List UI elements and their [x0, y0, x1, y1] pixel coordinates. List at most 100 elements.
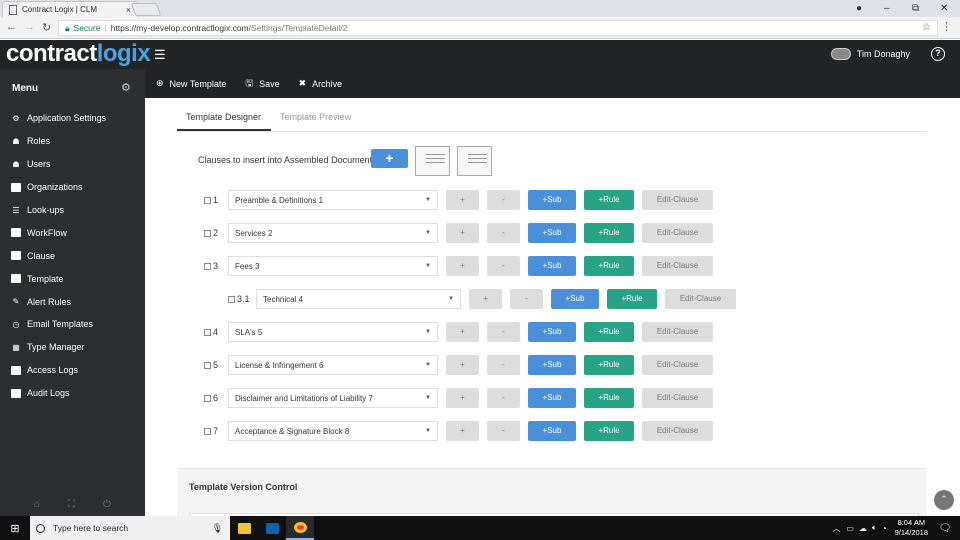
add-sub-clause-button[interactable]: +Sub [528, 388, 576, 408]
sidebar-item-roles[interactable]: ☗ Roles [0, 130, 145, 153]
logo[interactable]: contractlogix [6, 40, 151, 68]
clause-checkbox[interactable] [204, 229, 211, 237]
clause-minus-button[interactable]: - [487, 223, 520, 243]
notifications-icon[interactable]: 🗨︎ [936, 523, 954, 534]
taskbar-clock[interactable]: 8:04 AM 9/14/2018 [895, 518, 928, 538]
sidebar-item-audit-logs[interactable]: Audit Logs [0, 382, 145, 405]
clause-plus-button[interactable]: + [446, 322, 479, 342]
restore-button[interactable]: ⧉ [912, 0, 919, 17]
clause-plus-button[interactable]: + [446, 355, 479, 375]
gear-icon[interactable]: ⚙ [121, 81, 131, 94]
forward-icon[interactable]: → [24, 21, 35, 33]
edit-clause-button[interactable]: Edit-Clause [642, 322, 713, 342]
sidebar-item-access-logs[interactable]: Access Logs [0, 359, 145, 382]
sidebar-item-application-settings[interactable]: ⚙ Application Settings [0, 107, 145, 130]
clause-checkbox[interactable] [204, 394, 211, 402]
clause-select[interactable]: Services 2 ▼ [228, 223, 438, 243]
clause-select[interactable]: Fees 3 ▼ [228, 256, 438, 276]
microphone-icon[interactable]: 🎙︎ [212, 523, 223, 534]
file-explorer-icon[interactable] [230, 516, 258, 540]
clause-checkbox[interactable] [228, 295, 235, 303]
clause-select[interactable]: Acceptance & Signature Block 8 ▼ [228, 421, 438, 441]
clause-checkbox[interactable] [204, 328, 211, 336]
save-button[interactable]: 🖫︎ Save [245, 76, 279, 92]
bookmark-star-icon[interactable]: ☆ [922, 22, 931, 33]
edit-clause-button[interactable]: Edit-Clause [642, 190, 713, 210]
edit-clause-button[interactable]: Edit-Clause [665, 289, 736, 309]
scroll-top-button[interactable]: ⌃ [934, 490, 954, 510]
edit-clause-button[interactable]: Edit-Clause [642, 256, 713, 276]
clause-plus-button[interactable]: + [469, 289, 502, 309]
home-icon[interactable]: ⌂ [34, 499, 40, 510]
windows-start-icon[interactable]: ⊞ [0, 522, 30, 535]
battery-icon[interactable]: ▭ [846, 524, 854, 533]
sidebar-item-organizations[interactable]: Organizations [0, 176, 145, 199]
sidebar-item-clause[interactable]: Clause [0, 244, 145, 267]
add-rule-button[interactable]: +Rule [584, 355, 634, 375]
sidebar-item-workflow[interactable]: WorkFlow [0, 221, 145, 244]
clause-plus-button[interactable]: + [446, 388, 479, 408]
sidebar-item-users[interactable]: ☗ Users [0, 153, 145, 176]
clause-checkbox[interactable] [204, 361, 211, 369]
outlook-icon[interactable] [258, 516, 286, 540]
add-sub-clause-button[interactable]: +Sub [528, 190, 576, 210]
clause-checkbox[interactable] [204, 427, 211, 435]
minimize-button[interactable]: – [884, 0, 890, 17]
clause-checkbox[interactable] [204, 196, 211, 204]
browser-tab[interactable]: Contract Logix | CLM × [2, 1, 138, 17]
close-window-button[interactable]: ✕ [940, 0, 948, 17]
clause-minus-button[interactable]: - [487, 256, 520, 276]
network-icon[interactable]: ◔ [882, 524, 887, 533]
add-rule-button[interactable]: +Rule [584, 256, 634, 276]
sidebar-item-template[interactable]: Template [0, 267, 145, 290]
clause-minus-button[interactable]: - [510, 289, 543, 309]
back-icon[interactable]: ← [6, 21, 17, 33]
outline-style-thumb-a[interactable] [415, 146, 450, 176]
clause-plus-button[interactable]: + [446, 223, 479, 243]
onedrive-icon[interactable]: ☁ [859, 524, 867, 533]
edit-clause-button[interactable]: Edit-Clause [642, 388, 713, 408]
archive-button[interactable]: ✖ Archive [299, 78, 343, 89]
add-sub-clause-button[interactable]: +Sub [551, 289, 599, 309]
sidebar-item-type-manager[interactable]: ▦ Type Manager [0, 336, 145, 359]
add-sub-clause-button[interactable]: +Sub [528, 421, 576, 441]
add-rule-button[interactable]: +Rule [584, 190, 634, 210]
clause-select[interactable]: Preamble & Definitions 1 ▼ [228, 190, 438, 210]
new-template-button[interactable]: ⊕ New Template [156, 78, 226, 89]
chrome-icon[interactable] [286, 516, 314, 540]
reload-icon[interactable]: ↻ [42, 21, 51, 34]
tab-close-icon[interactable]: × [126, 5, 131, 15]
browser-menu-icon[interactable]: ⋮ [941, 20, 952, 33]
clause-select[interactable]: SLA's 5 ▼ [228, 322, 438, 342]
edit-clause-button[interactable]: Edit-Clause [642, 421, 713, 441]
clause-minus-button[interactable]: - [487, 322, 520, 342]
tab-template-designer[interactable]: Template Designer [177, 106, 272, 131]
add-rule-button[interactable]: +Rule [607, 289, 657, 309]
url-input[interactable]: 🔒︎ Secure | https://my-develop.contractl… [58, 20, 938, 36]
clause-minus-button[interactable]: - [487, 388, 520, 408]
sidebar-item-alert-rules[interactable]: ✎ Alert Rules [0, 290, 145, 313]
clause-plus-button[interactable]: + [446, 421, 479, 441]
hamburger-icon[interactable]: ☰ [154, 47, 166, 63]
clause-select[interactable]: License & Infringement 6 ▼ [228, 355, 438, 375]
clause-minus-button[interactable]: - [487, 190, 520, 210]
sidebar-item-email-templates[interactable]: ◷ Email Templates [0, 313, 145, 336]
add-sub-clause-button[interactable]: +Sub [528, 256, 576, 276]
edit-clause-button[interactable]: Edit-Clause [642, 223, 713, 243]
add-rule-button[interactable]: +Rule [584, 388, 634, 408]
power-icon[interactable]: ⏻ [103, 499, 111, 510]
clause-minus-button[interactable]: - [487, 421, 520, 441]
tray-chevron-icon[interactable]: ︿ [832, 523, 840, 534]
new-tab-button[interactable] [130, 3, 162, 16]
taskbar-search-input[interactable]: Type here to search 🎙︎ [30, 516, 230, 540]
user-menu[interactable]: Tim Donaghy [830, 48, 910, 60]
add-rule-button[interactable]: +Rule [584, 421, 634, 441]
expand-icon[interactable]: ⛶ [68, 499, 75, 510]
add-sub-clause-button[interactable]: +Sub [528, 355, 576, 375]
tab-template-preview[interactable]: Template Preview [271, 106, 361, 131]
add-rule-button[interactable]: +Rule [584, 322, 634, 342]
clause-select[interactable]: Disclaimer and Limitations of Liability … [228, 388, 438, 408]
clause-plus-button[interactable]: + [446, 190, 479, 210]
clause-checkbox[interactable] [204, 262, 211, 270]
add-clause-button[interactable]: + [371, 149, 408, 168]
